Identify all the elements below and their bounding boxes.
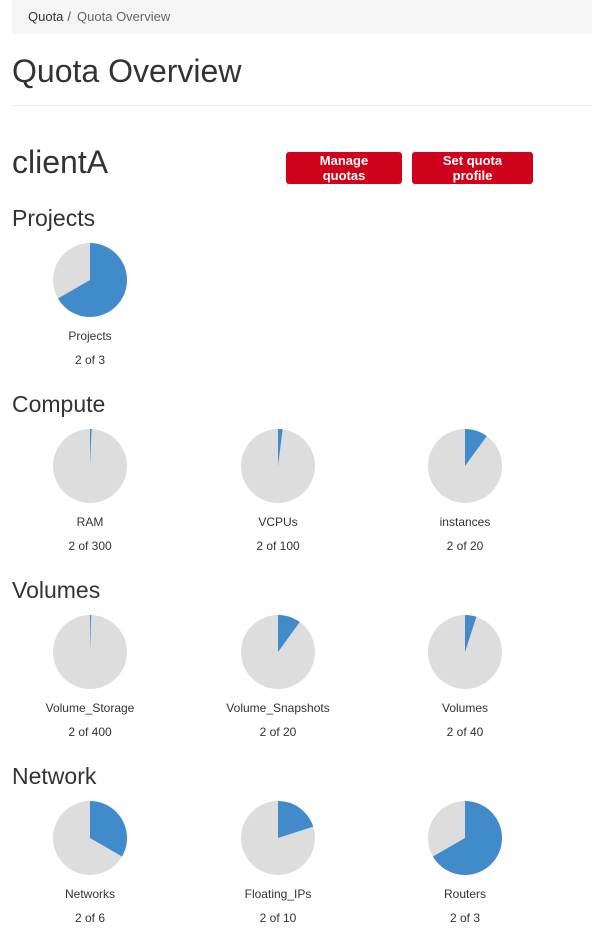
breadcrumb: Quota / Quota Overview [12,0,592,34]
quota-usage-count: 2 of 10 [259,911,297,925]
quota-tile-vcpus: VCPUs 2 of 100 [203,428,353,553]
pie-chart [53,615,127,689]
quota-usage-count: 2 of 300 [68,539,112,553]
pie-chart [53,801,127,875]
section-title-projects: Projects [12,205,96,231]
pie-chart [428,429,502,503]
pie-chart [241,429,315,503]
section-title-network: Network [12,763,97,789]
quota-label: Routers [443,887,487,901]
quota-label: Networks [64,887,115,901]
quota-label: instances [439,515,491,529]
quota-tile-volume-storage: Volume_Storage 2 of 400 [15,614,165,739]
quota-usage-count: 2 of 6 [74,911,106,925]
quota-label: Volume_Snapshots [226,701,330,715]
manage-quotas-button[interactable]: Manage quotas [286,152,402,184]
client-name: clientA [12,144,109,180]
quota-tile-volume-snapshots: Volume_Snapshots 2 of 20 [203,614,353,739]
quota-tile-projects: Projects 2 of 3 [15,242,165,367]
quota-tile-volumes: Volumes 2 of 40 [390,614,540,739]
quota-tile-routers: Routers 2 of 3 [390,800,540,925]
breadcrumb-separator: / [67,9,72,24]
quota-usage-count: 2 of 400 [68,725,112,739]
pie-chart [428,801,502,875]
quota-usage-count: 2 of 3 [449,911,481,925]
pie-chart [53,429,127,503]
quota-label: Floating_IPs [244,887,312,901]
quota-label: Projects [68,329,112,343]
quota-tile-instances: instances 2 of 20 [390,428,540,553]
quota-tile-ram: RAM 2 of 300 [15,428,165,553]
breadcrumb-item-quota[interactable]: Quota [28,9,63,24]
section-title-compute: Compute [12,391,106,417]
quota-label: Volumes [441,701,489,715]
quota-usage-count: 2 of 40 [446,725,484,739]
quota-usage-count: 2 of 100 [256,539,300,553]
set-quota-profile-button[interactable]: Set quota profile [412,152,533,184]
quota-tile-networks: Networks 2 of 6 [15,800,165,925]
quota-label: Volume_Storage [45,701,135,715]
page-title: Quota Overview [12,53,242,89]
quota-tile-floating-ips: Floating_IPs 2 of 10 [203,800,353,925]
pie-chart [53,243,128,317]
quota-label: VCPUs [258,515,298,529]
pie-chart [428,615,502,689]
quota-usage-count: 2 of 20 [446,539,484,553]
section-title-volumes: Volumes [12,577,101,603]
quota-usage-count: 2 of 3 [74,353,106,367]
quota-label: RAM [76,515,104,529]
header-divider [12,105,592,106]
quota-usage-count: 2 of 20 [259,725,297,739]
pie-chart [241,801,315,875]
breadcrumb-item-quota-overview: Quota Overview [77,9,171,24]
pie-chart [241,615,315,689]
